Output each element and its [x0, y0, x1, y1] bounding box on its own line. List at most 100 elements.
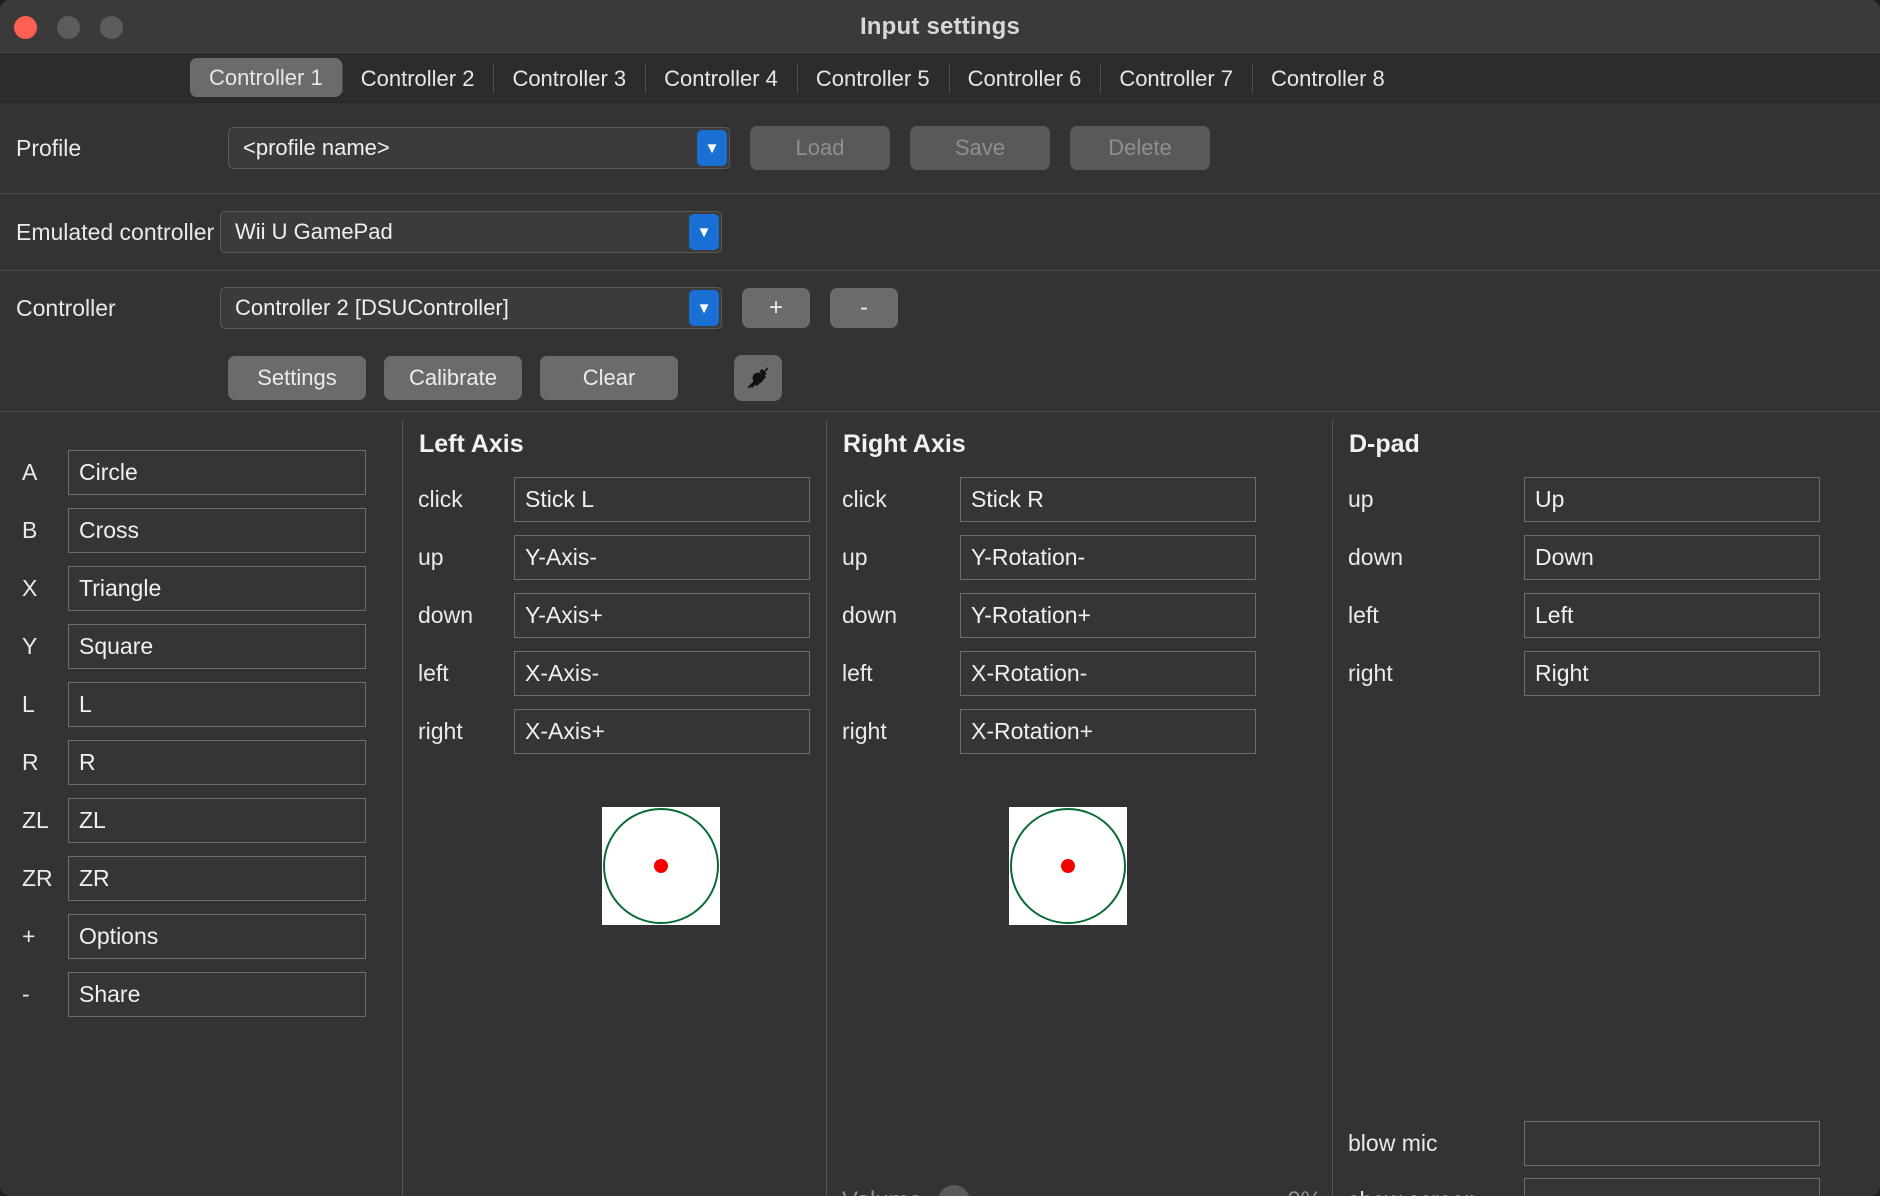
window-controls — [14, 0, 123, 54]
profile-select[interactable]: <profile name> ▼ — [228, 127, 730, 169]
mapping-label: up — [418, 544, 514, 571]
mapping-row-b: B Cross — [0, 508, 402, 553]
mapping-field[interactable]: Right — [1524, 651, 1820, 696]
buttons-column: A Circle B Cross X Triangle Y Square L L… — [0, 412, 402, 1196]
title-bar: Input settings — [0, 0, 1880, 55]
tab-controller-4[interactable]: Controller 4 — [645, 55, 797, 102]
mapping-label: show screen — [1348, 1187, 1524, 1196]
dpad-row-up: up Up — [1348, 477, 1880, 522]
mapping-field[interactable]: Cross — [68, 508, 366, 553]
right-axis-title: Right Axis — [843, 430, 1332, 459]
mapping-field[interactable]: Triangle — [68, 566, 366, 611]
tab-controller-2[interactable]: Controller 2 — [342, 55, 494, 102]
mapping-label: click — [842, 486, 960, 513]
volume-label: Volume — [842, 1187, 922, 1196]
mapping-label: - — [0, 981, 68, 1008]
mapping-field[interactable]: X-Rotation- — [960, 651, 1256, 696]
mapping-field[interactable]: R — [68, 740, 366, 785]
right-axis-row-click: click Stick R — [842, 477, 1332, 522]
mapping-label: right — [1348, 660, 1524, 687]
tab-controller-7[interactable]: Controller 7 — [1100, 55, 1252, 102]
chevron-down-icon[interactable]: ▼ — [689, 290, 719, 326]
mapping-field[interactable]: Y-Rotation- — [960, 535, 1256, 580]
mapping-label: A — [0, 459, 68, 486]
mapping-row-y: Y Square — [0, 624, 402, 669]
delete-button[interactable]: Delete — [1070, 126, 1210, 170]
close-window-icon[interactable] — [14, 16, 37, 39]
volume-slider-handle[interactable] — [938, 1185, 970, 1196]
mapping-label: down — [842, 602, 960, 629]
chevron-down-icon[interactable]: ▼ — [689, 214, 719, 250]
mapping-field[interactable]: Stick R — [960, 477, 1256, 522]
right-stick-preview[interactable] — [1009, 807, 1127, 925]
right-axis-row-down: down Y-Rotation+ — [842, 593, 1332, 638]
rumble-icon — [743, 363, 773, 393]
tab-controller-8[interactable]: Controller 8 — [1252, 55, 1404, 102]
save-button[interactable]: Save — [910, 126, 1050, 170]
calibrate-button[interactable]: Calibrate — [384, 356, 522, 400]
mapping-field[interactable]: Y-Rotation+ — [960, 593, 1256, 638]
mapping-area: A Circle B Cross X Triangle Y Square L L… — [0, 411, 1880, 1196]
mapping-row-l: L L — [0, 682, 402, 727]
mapping-field[interactable]: X-Axis- — [514, 651, 810, 696]
show-screen-field[interactable] — [1524, 1178, 1820, 1196]
settings-button[interactable]: Settings — [228, 356, 366, 400]
tab-controller-3[interactable]: Controller 3 — [493, 55, 645, 102]
controller-value: Controller 2 [DSUController] — [235, 295, 509, 321]
controller-select[interactable]: Controller 2 [DSUController] ▼ — [220, 287, 722, 329]
right-axis-column: Right Axis click Stick R up Y-Rotation- … — [826, 412, 1332, 1196]
mapping-field[interactable]: Up — [1524, 477, 1820, 522]
tab-label: Controller 6 — [968, 66, 1082, 92]
mapping-field[interactable]: Y-Axis+ — [514, 593, 810, 638]
tab-controller-1[interactable]: Controller 1 — [190, 58, 342, 97]
remove-controller-button[interactable]: - — [830, 288, 898, 328]
top-form: Profile <profile name> ▼ Load Save Delet… — [0, 103, 1880, 411]
tab-controller-5[interactable]: Controller 5 — [797, 55, 949, 102]
mapping-field[interactable]: X-Axis+ — [514, 709, 810, 754]
chevron-down-icon[interactable]: ▼ — [697, 130, 727, 166]
minimize-window-icon[interactable] — [57, 16, 80, 39]
mapping-field[interactable]: Options — [68, 914, 366, 959]
mapping-field[interactable]: Square — [68, 624, 366, 669]
controller-actions-row: Settings Calibrate Clear — [0, 345, 1880, 411]
left-axis-row-click: click Stick L — [418, 477, 826, 522]
mapping-label: blow mic — [1348, 1130, 1524, 1157]
right-stick-preview-wrap — [842, 767, 1332, 925]
left-axis-title: Left Axis — [419, 430, 826, 459]
mapping-field[interactable]: X-Rotation+ — [960, 709, 1256, 754]
clear-button[interactable]: Clear — [540, 356, 678, 400]
emulated-controller-select[interactable]: Wii U GamePad ▼ — [220, 211, 722, 253]
mapping-field[interactable]: L — [68, 682, 366, 727]
window-title: Input settings — [0, 13, 1880, 41]
add-controller-button[interactable]: + — [742, 288, 810, 328]
load-button[interactable]: Load — [750, 126, 890, 170]
maximize-window-icon[interactable] — [100, 16, 123, 39]
right-axis-row-right: right X-Rotation+ — [842, 709, 1332, 754]
tab-label: Controller 8 — [1271, 66, 1385, 92]
mapping-label: L — [0, 691, 68, 718]
emulated-controller-value: Wii U GamePad — [235, 219, 393, 245]
left-stick-preview-wrap — [418, 767, 826, 925]
mapping-label: down — [1348, 544, 1524, 571]
mapping-row-x: X Triangle — [0, 566, 402, 611]
mapping-field[interactable]: Stick L — [514, 477, 810, 522]
rumble-button[interactable] — [734, 355, 782, 401]
mapping-field[interactable]: Left — [1524, 593, 1820, 638]
left-axis-row-right: right X-Axis+ — [418, 709, 826, 754]
blow-mic-field[interactable] — [1524, 1121, 1820, 1166]
mapping-field[interactable]: Circle — [68, 450, 366, 495]
mapping-field[interactable]: Share — [68, 972, 366, 1017]
left-stick-preview[interactable] — [602, 807, 720, 925]
tab-controller-6[interactable]: Controller 6 — [949, 55, 1101, 102]
mapping-field[interactable]: Down — [1524, 535, 1820, 580]
tab-label: Controller 7 — [1119, 66, 1233, 92]
profile-label: Profile — [16, 135, 228, 162]
mapping-field[interactable]: ZR — [68, 856, 366, 901]
mapping-field[interactable]: Y-Axis- — [514, 535, 810, 580]
mapping-label: up — [842, 544, 960, 571]
dpad-column: D-pad up Up down Down left Left right Ri… — [1332, 412, 1880, 1196]
mapping-field[interactable]: ZL — [68, 798, 366, 843]
tab-label: Controller 5 — [816, 66, 930, 92]
left-axis-row-up: up Y-Axis- — [418, 535, 826, 580]
mapping-label: left — [418, 660, 514, 687]
